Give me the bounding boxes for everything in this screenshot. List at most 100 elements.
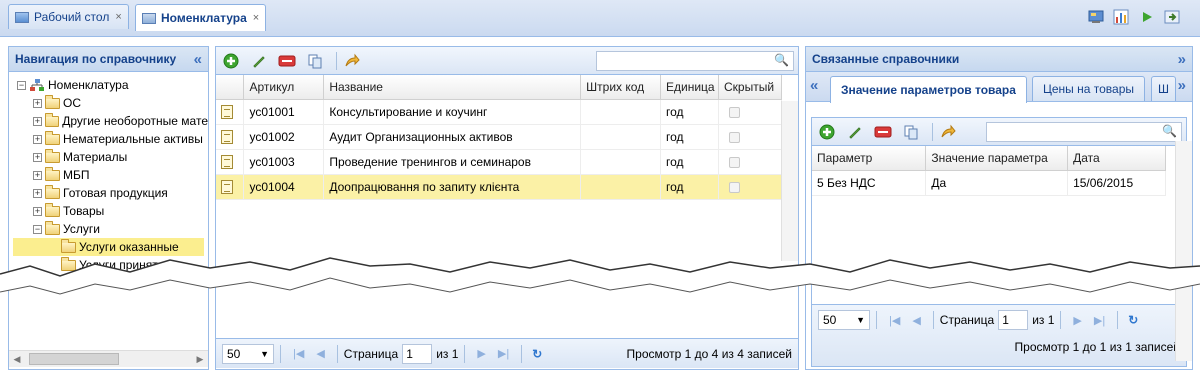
expand-toggle[interactable]: +: [33, 188, 42, 198]
close-icon[interactable]: ×: [253, 12, 259, 24]
document-icon: [221, 104, 233, 119]
horizontal-scrollbar[interactable]: ◀ ▶: [9, 350, 208, 367]
tab-product-parameters[interactable]: Значение параметров товара: [830, 76, 1027, 103]
table-row[interactable]: 5 Без НДС Да 15/06/2015: [812, 170, 1166, 196]
prev-page-icon[interactable]: ◀: [316, 347, 324, 360]
refresh-icon[interactable]: ↻: [532, 347, 542, 361]
page-size-select[interactable]: 50 ▼: [818, 310, 870, 330]
collapse-toggle[interactable]: −: [33, 224, 42, 234]
prev-page-icon[interactable]: ◀: [912, 314, 920, 327]
parameters-search-input[interactable]: 🔍: [986, 122, 1182, 142]
next-page-icon[interactable]: ▶: [1073, 314, 1081, 327]
expand-toggle[interactable]: +: [33, 206, 42, 216]
scroll-tabs-left-icon[interactable]: «: [810, 77, 818, 94]
search-input[interactable]: 🔍: [596, 51, 794, 71]
table-row[interactable]: ус01001 Консультирование и коучинг год: [216, 99, 782, 125]
tab-label: Значение параметров товара: [841, 83, 1016, 97]
play-icon[interactable]: [1138, 8, 1156, 26]
search-icon[interactable]: 🔍: [1162, 124, 1177, 138]
delete-icon[interactable]: [276, 51, 298, 71]
hidden-checkbox[interactable]: [729, 156, 740, 168]
tree-node-label: Услуги: [63, 222, 100, 236]
column-header-date[interactable]: Дата: [1067, 146, 1166, 171]
cell-hidden: [718, 174, 782, 200]
paging-separator: [464, 344, 466, 363]
tree-node-services[interactable]: − Услуги: [9, 220, 208, 238]
table-row[interactable]: ус01003 Проведение тренингов и семинаров…: [216, 149, 782, 175]
expand-toggle[interactable]: +: [33, 98, 42, 108]
tree-node-goods[interactable]: + Товары: [9, 202, 208, 220]
forward-icon[interactable]: [937, 122, 959, 142]
first-page-icon[interactable]: |◀: [293, 347, 304, 360]
tab-desktop[interactable]: Рабочий стол ×: [8, 4, 129, 29]
nomenclature-table: Артикул Название Штрих код Единица Скрыт…: [216, 75, 782, 200]
tree-node-mbp[interactable]: + МБП: [9, 166, 208, 184]
expand-toggle[interactable]: +: [33, 152, 42, 162]
scroll-right-icon[interactable]: ▶: [192, 354, 208, 365]
column-header-hidden[interactable]: Скрытый: [718, 75, 782, 100]
parameters-grid-panel: 🔍 Параметр Значение параметра Дата 5 Без…: [811, 117, 1187, 367]
expand-toggle[interactable]: +: [33, 170, 42, 180]
column-header-sku[interactable]: Артикул: [243, 75, 325, 100]
add-icon[interactable]: [816, 122, 838, 142]
scroll-left-icon[interactable]: ◀: [9, 354, 25, 365]
tab-nomenclature[interactable]: Номенклатура ×: [135, 4, 267, 31]
page-number-input[interactable]: 1: [402, 343, 433, 364]
export-icon[interactable]: [1163, 8, 1181, 26]
hidden-checkbox[interactable]: [729, 131, 740, 143]
column-header-parameter-value[interactable]: Значение параметра: [925, 146, 1069, 171]
tree-node-materials[interactable]: + Материалы: [9, 148, 208, 166]
cell-unit: год: [660, 124, 719, 150]
open-folder-icon: [45, 220, 60, 235]
tree-node-other-noncurrent[interactable]: + Другие необоротные мате: [9, 112, 208, 130]
navigation-panel: Навигация по справочнику « − Номенклатур…: [8, 46, 209, 370]
edit-icon[interactable]: [248, 51, 270, 71]
edit-icon[interactable]: [844, 122, 866, 142]
forward-icon[interactable]: [341, 51, 363, 71]
hidden-checkbox[interactable]: [729, 181, 740, 193]
hidden-checkbox[interactable]: [729, 106, 740, 118]
tab-more[interactable]: Ш: [1151, 76, 1176, 101]
row-doc-icon-cell: [216, 124, 245, 150]
collapse-left-icon[interactable]: «: [194, 51, 202, 68]
column-header-name[interactable]: Название: [323, 75, 582, 100]
report-icon[interactable]: [1112, 8, 1130, 26]
toolbar-separator: [336, 51, 337, 70]
table-row-selected[interactable]: ус01004 Доопрацювання по запиту клієнта …: [216, 174, 782, 200]
page-size-select[interactable]: 50 ▼: [222, 343, 274, 364]
paging-summary: Просмотр 1 до 4 из 4 записей: [626, 346, 792, 361]
vertical-scrollbar[interactable]: [781, 101, 798, 261]
first-page-icon[interactable]: |◀: [889, 314, 900, 327]
column-header-unit[interactable]: Единица: [660, 75, 719, 100]
collapse-right-icon[interactable]: »: [1178, 51, 1186, 68]
tree-node-label: Нематериальные активы: [63, 132, 203, 146]
tree-node-os[interactable]: + ОС: [9, 94, 208, 112]
next-page-icon[interactable]: ▶: [477, 347, 485, 360]
display-settings-icon[interactable]: [1087, 8, 1105, 26]
collapse-toggle[interactable]: −: [17, 80, 26, 90]
delete-icon[interactable]: [872, 122, 894, 142]
tab-product-prices[interactable]: Цены на товары: [1032, 76, 1146, 101]
tree-node-nomenclature[interactable]: − Номенклатура: [9, 76, 208, 94]
search-icon[interactable]: 🔍: [774, 53, 789, 67]
tree-node-finished-goods[interactable]: + Готовая продукция: [9, 184, 208, 202]
last-page-icon[interactable]: ▶|: [498, 347, 509, 360]
copy-icon[interactable]: [304, 51, 326, 71]
last-page-icon[interactable]: ▶|: [1094, 314, 1105, 327]
refresh-icon[interactable]: ↻: [1128, 313, 1138, 327]
add-icon[interactable]: [220, 51, 242, 71]
expand-toggle[interactable]: +: [33, 116, 42, 126]
table-row[interactable]: ус01002 Аудит Организационных активов го…: [216, 124, 782, 150]
tree-node-intangibles[interactable]: + Нематериальные активы: [9, 130, 208, 148]
copy-icon[interactable]: [900, 122, 922, 142]
expand-toggle[interactable]: +: [33, 134, 42, 144]
torn-paper-effect: [0, 257, 1200, 295]
column-header-barcode[interactable]: Штрих код: [580, 75, 662, 100]
scroll-tabs-right-icon[interactable]: »: [1178, 77, 1186, 94]
paging-separator: [521, 344, 523, 363]
scrollbar-thumb[interactable]: [29, 353, 119, 365]
close-icon[interactable]: ×: [115, 11, 121, 23]
cell-unit: год: [660, 99, 719, 125]
page-number-input[interactable]: 1: [998, 310, 1029, 330]
column-header-parameter[interactable]: Параметр: [812, 146, 927, 171]
